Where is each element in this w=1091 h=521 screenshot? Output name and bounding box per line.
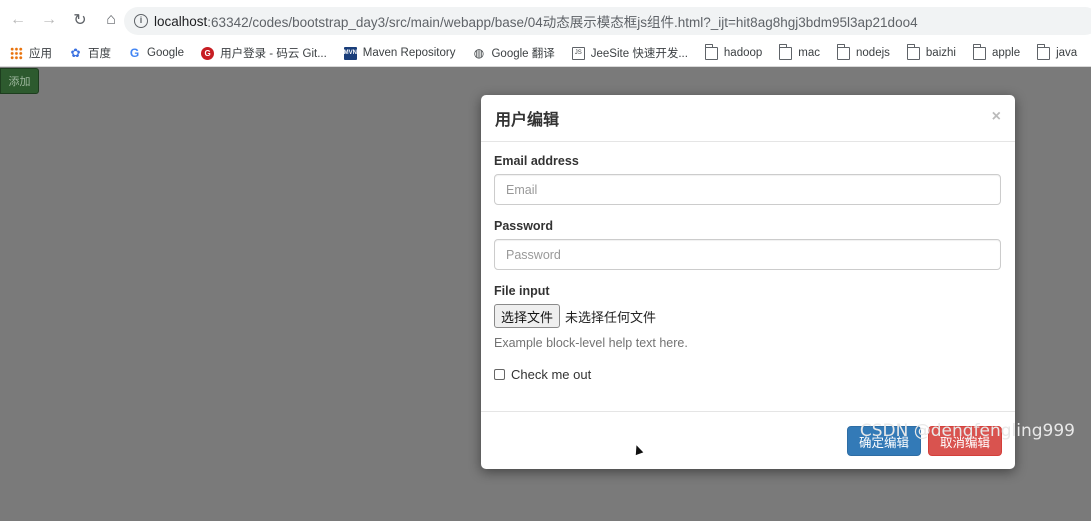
edit-user-modal: 用户编辑 × Email address Email Password Pass… <box>481 95 1015 469</box>
bookmarks-bar: 应用 ✿ 百度 G Google G 用户登录 - 码云 Git... MVN Mave… <box>0 40 1091 67</box>
js-icon: JS <box>571 46 585 60</box>
folder-icon <box>704 43 718 60</box>
bookmark-label: hadoop <box>723 47 763 59</box>
forward-arrow-icon[interactable]: → <box>35 6 63 34</box>
page-backdrop[interactable]: 添加 用户编辑 × Email address Email Password P… <box>0 68 1091 521</box>
folder-icon <box>778 43 793 60</box>
bookmark-maven[interactable]: MVN Maven Repository <box>344 46 456 60</box>
email-label: Email address <box>494 154 579 168</box>
bookmark-label: nodejs <box>856 47 890 59</box>
bookmark-label: JeeSite 快速开发... <box>590 48 688 60</box>
baidu-paw-icon: ✿ <box>70 46 81 60</box>
file-label: File input <box>494 284 550 298</box>
bookmark-apps[interactable]: 应用 <box>10 45 52 61</box>
bookmark-label: 应用 <box>29 48 52 60</box>
bookmark-folder-mac[interactable]: mac <box>778 43 821 60</box>
bookmark-folder-java[interactable]: java <box>1036 43 1078 60</box>
home-icon[interactable]: ⌂ <box>97 6 125 34</box>
browser-toolbar: ← → ↻ ⌂ i localhost :63342/codes/bootstr… <box>0 0 1091 40</box>
site-info-icon[interactable]: i <box>134 14 148 28</box>
file-status-text: 未选择任何文件 <box>565 310 657 326</box>
modal-body: Email address Email Password Password Fi… <box>481 142 1015 382</box>
bookmark-folder-apple[interactable]: apple <box>972 43 1021 60</box>
bookmark-google[interactable]: G Google <box>128 46 185 60</box>
bookmark-label: baizhi <box>925 47 956 59</box>
bookmark-folder-hadoop[interactable]: hadoop <box>704 43 763 60</box>
url-path: :63342/codes/bootstrap_day3/src/main/web… <box>207 15 918 30</box>
address-bar[interactable]: i localhost :63342/codes/bootstrap_day3/… <box>124 7 1091 35</box>
modal-title: 用户编辑 <box>495 110 560 129</box>
reload-icon[interactable]: ↻ <box>66 6 94 34</box>
help-text: Example block-level help text here. <box>494 336 688 350</box>
bookmark-jeesite[interactable]: JS JeeSite 快速开发... <box>571 45 688 61</box>
file-input: 选择文件 未选择任何文件 <box>494 304 1001 328</box>
bookmark-folder-nodejs[interactable]: nodejs <box>836 43 890 60</box>
bookmark-label: mac <box>798 47 821 59</box>
password-group: Password Password <box>494 219 1001 270</box>
csdn-watermark: CSDN @dengfengling999 <box>859 421 1075 441</box>
apps-grid-icon <box>10 46 23 60</box>
bookmark-folder-baizhi[interactable]: baizhi <box>906 43 956 60</box>
bookmark-label: 百度 <box>88 48 111 60</box>
check-me-out-checkbox[interactable] <box>494 369 505 380</box>
maven-icon: MVN <box>344 46 357 60</box>
email-field[interactable]: Email <box>494 174 1001 205</box>
folder-icon <box>906 43 920 60</box>
file-group: File input 选择文件 未选择任何文件 Example block-le… <box>494 284 1001 350</box>
modal-header: 用户编辑 × <box>481 95 1015 142</box>
folder-icon <box>1036 43 1051 60</box>
back-arrow-icon[interactable]: ← <box>4 6 32 34</box>
password-label: Password <box>494 219 554 233</box>
bookmark-label: 用户登录 - 码云 Git... <box>220 48 327 60</box>
email-group: Email address Email <box>494 154 1001 205</box>
bookmark-label: Maven Repository <box>362 47 456 59</box>
check-me-out-row: Check me out <box>494 367 1001 382</box>
bookmark-baidu[interactable]: ✿ 百度 <box>69 45 111 61</box>
add-button[interactable]: 添加 <box>0 68 39 94</box>
bookmark-gitee[interactable]: G 用户登录 - 码云 Git... <box>201 45 327 61</box>
check-me-out-label[interactable]: Check me out <box>511 367 591 382</box>
google-g-icon: G <box>129 46 140 60</box>
globe-icon: ◍ <box>473 46 485 60</box>
close-icon[interactable]: × <box>992 109 1001 125</box>
bookmark-label: Google <box>147 47 185 59</box>
gitee-icon: G <box>201 46 215 60</box>
bookmark-label: apple <box>991 47 1021 59</box>
bookmark-label: Google 翻译 <box>491 48 555 60</box>
password-field[interactable]: Password <box>494 239 1001 270</box>
bookmark-label: java <box>1056 47 1078 59</box>
bookmark-google-translate[interactable]: ◍ Google 翻译 <box>472 45 555 61</box>
choose-file-button[interactable]: 选择文件 <box>494 304 561 328</box>
url-host: localhost <box>154 13 208 29</box>
folder-icon <box>972 43 986 60</box>
folder-icon <box>836 43 851 60</box>
